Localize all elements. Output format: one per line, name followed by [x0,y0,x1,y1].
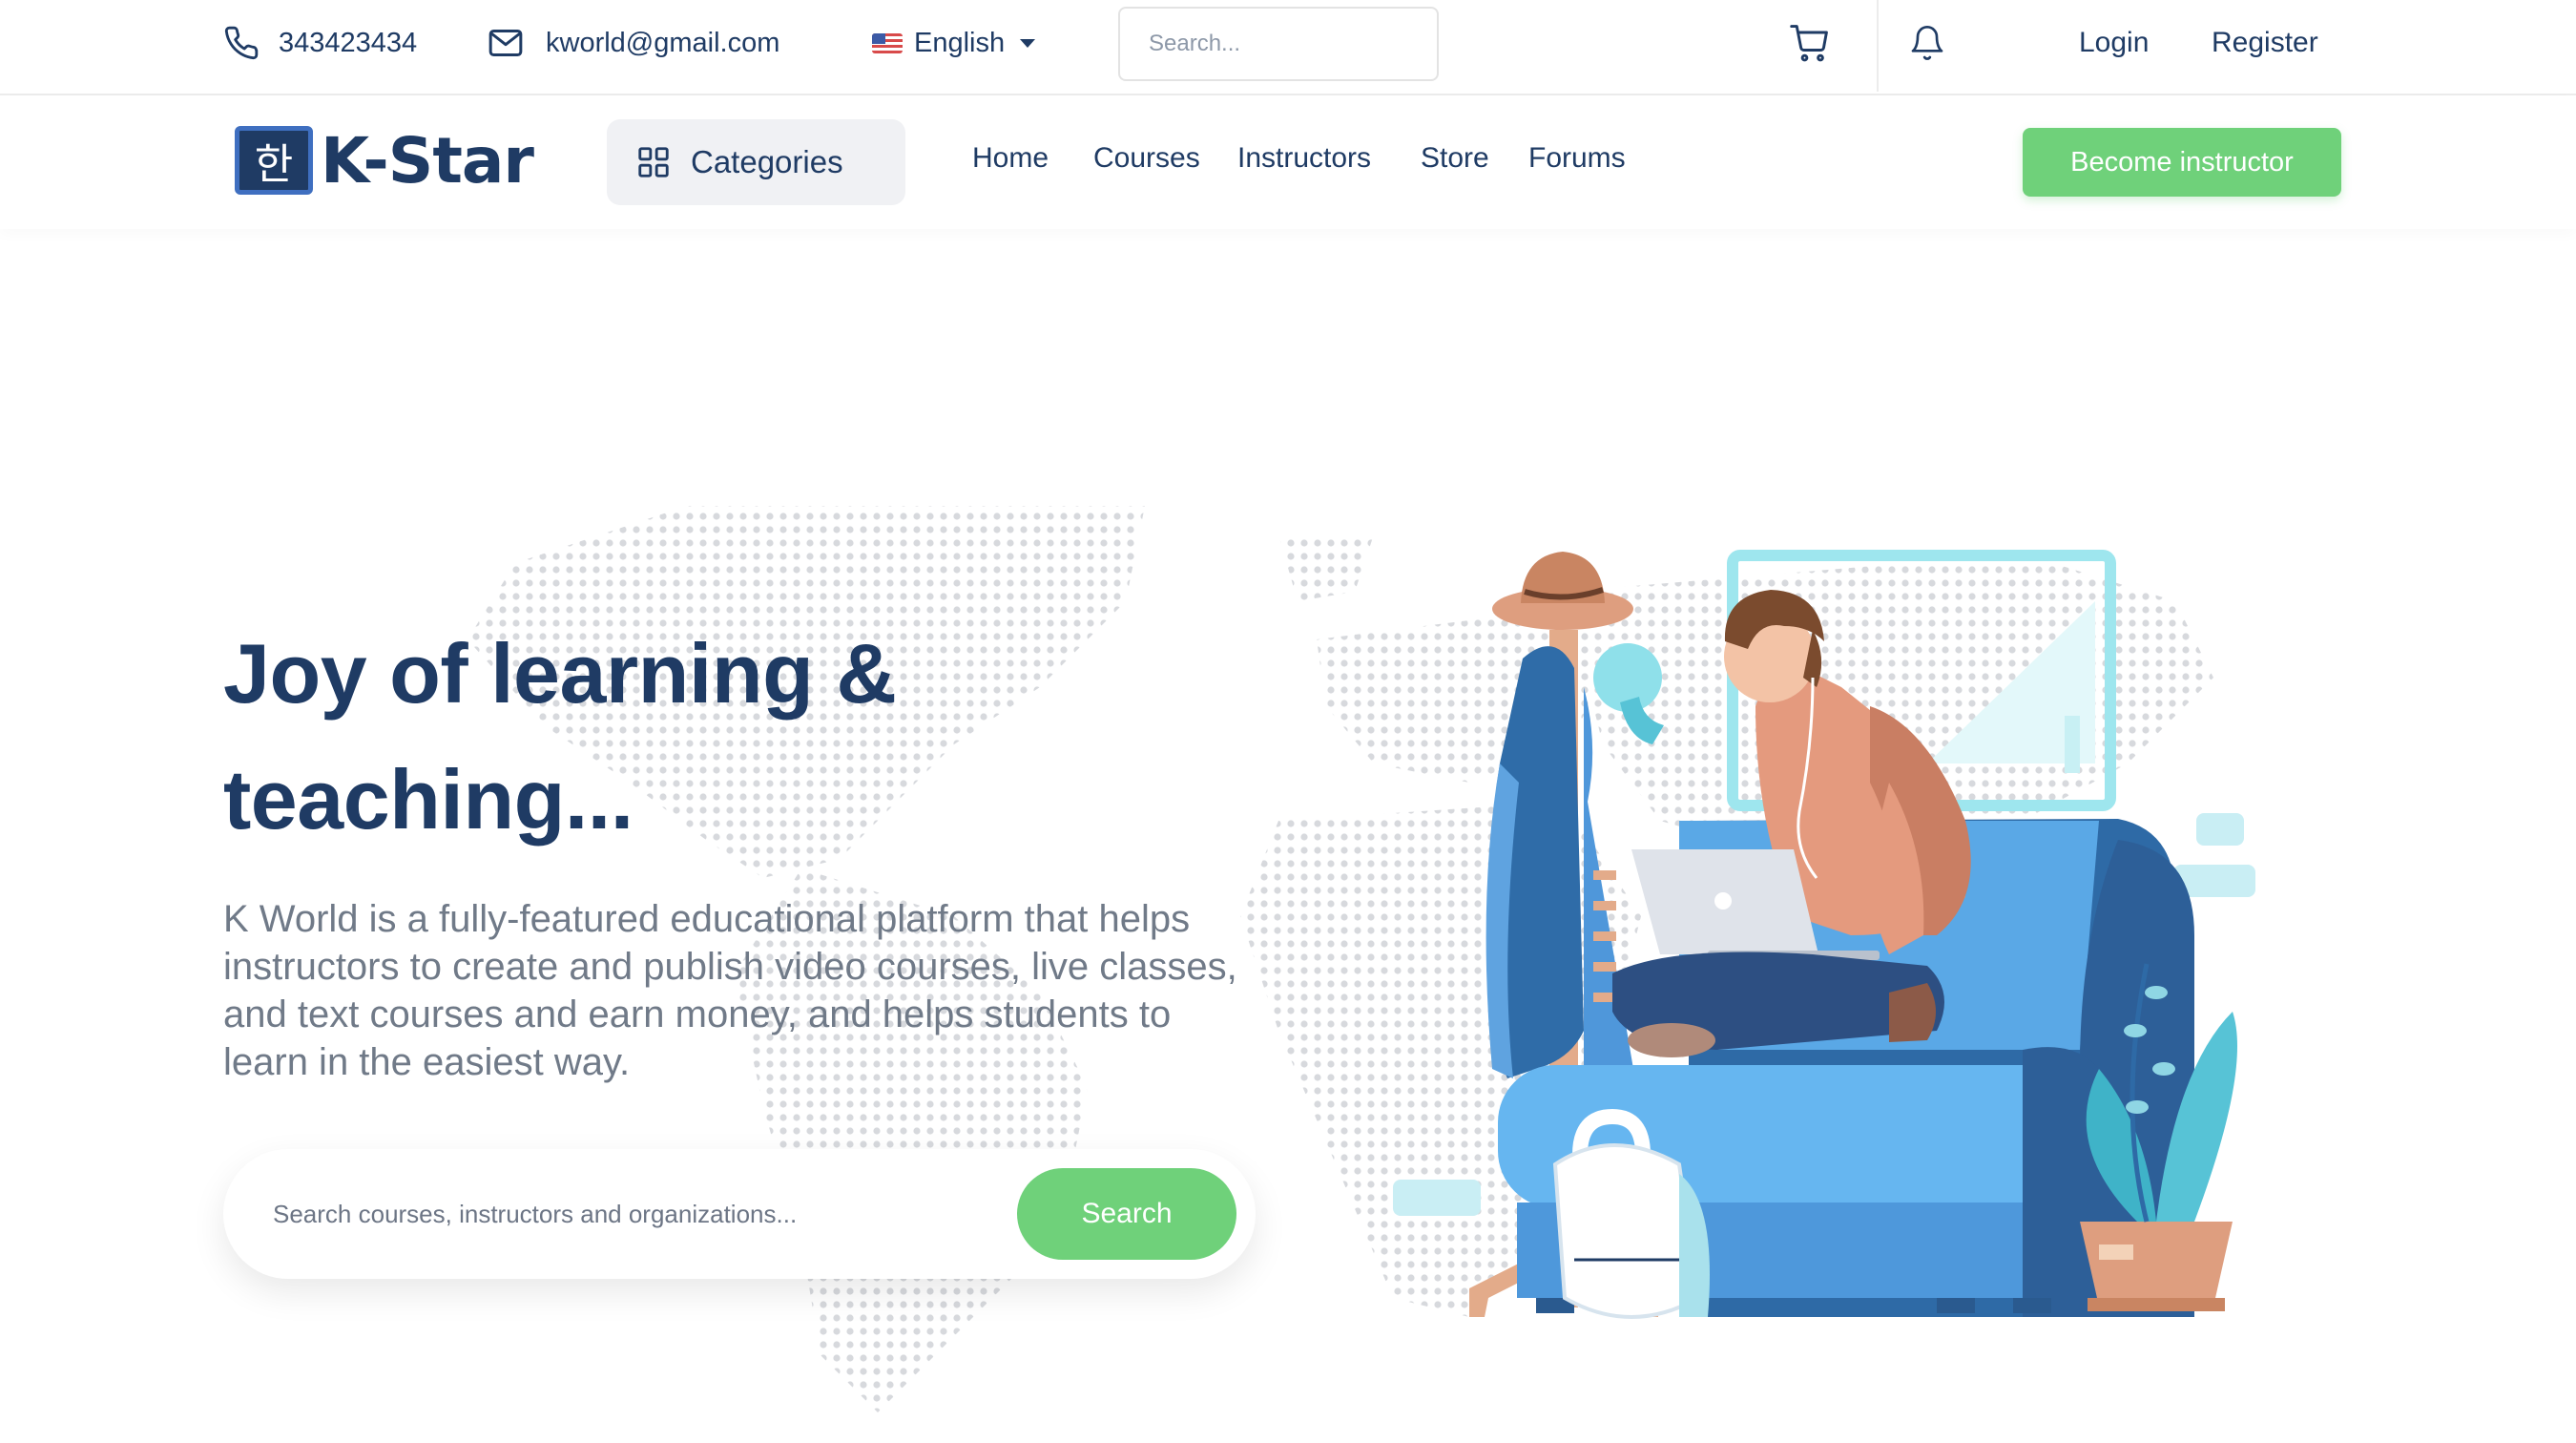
hero-search-box: Search [223,1149,1256,1279]
flag-icon [872,32,903,53]
notifications-button[interactable] [1908,0,1946,86]
register-link[interactable]: Register [2212,0,2318,86]
nav-link-store[interactable]: Store [1421,134,1489,183]
mail-icon [488,30,523,56]
top-bar: 343423434 kworld@gmail.com English Login… [0,0,2576,95]
nav-link-forums[interactable]: Forums [1528,134,1626,183]
nav-link-instructors[interactable]: Instructors [1237,134,1371,183]
hero-illustration [1393,550,2255,1319]
grid-icon [638,147,669,178]
language-selector[interactable]: English [872,0,1036,86]
email-address: kworld@gmail.com [546,27,780,58]
contact-phone: 343423434 [223,0,417,86]
chevron-down-icon [1020,38,1036,48]
hero-title-line-1: Joy of learning & [223,626,897,721]
phone-number: 343423434 [279,27,418,58]
nav-link-courses[interactable]: Courses [1093,134,1200,183]
top-search-input[interactable] [1149,31,1444,57]
login-link[interactable]: Login [2079,0,2149,86]
top-search-box [1118,7,1444,81]
bell-icon [1911,26,1943,60]
language-label: English [914,27,1006,58]
categories-label: Categories [691,144,843,179]
hero-search-button[interactable]: Search [1017,1168,1236,1260]
phone-icon [224,26,259,60]
contact-email: kworld@gmail.com [487,0,779,86]
site-logo[interactable]: 한 K-Star [235,123,534,198]
logo-text: K-Star [321,123,534,198]
hero-title-line-2: teaching... [223,752,634,847]
hero-title: Joy of learning & teaching... [223,611,1273,863]
nav-link-home[interactable]: Home [972,134,1049,183]
top-bar-divider [1877,0,1879,92]
categories-button[interactable]: Categories [607,119,905,205]
become-instructor-button[interactable]: Become instructor [2023,128,2341,197]
main-navbar: 한 K-Star Categories Home Courses Instruc… [0,95,2576,229]
logo-badge: 한 [235,126,313,195]
cart-icon [1790,25,1828,62]
cart-button[interactable] [1789,0,1831,86]
hero-search-input[interactable] [273,1199,1017,1229]
hero-description: K World is a fully-featured educational … [223,898,1237,1083]
